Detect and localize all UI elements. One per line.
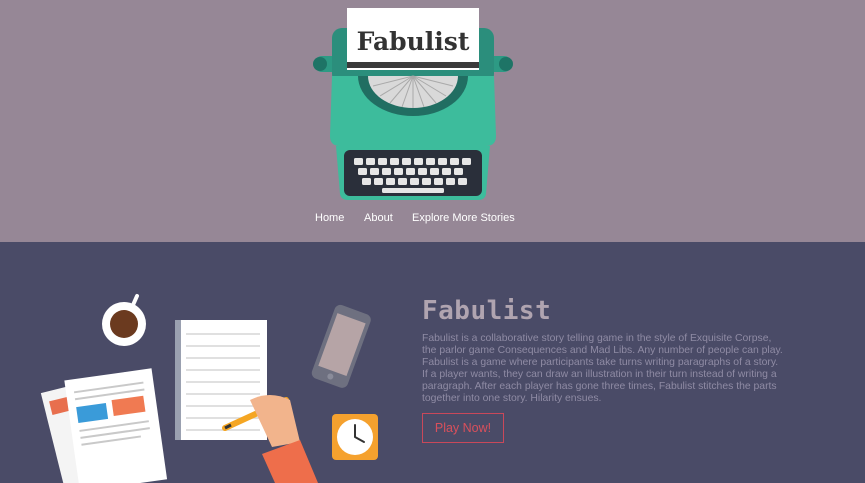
main-nav: Home About Explore More Stories: [0, 212, 865, 228]
play-now-button[interactable]: Play Now!: [422, 413, 504, 443]
nav-explore-stories-link[interactable]: Explore More Stories: [412, 212, 515, 224]
hero-title: Fabulist: [422, 296, 552, 326]
clock-icon: [332, 414, 378, 460]
notepad-icon: [175, 320, 267, 440]
hero-description: Fabulist is a collaborative story tellin…: [422, 333, 783, 404]
logo-text: Fabulist: [357, 27, 470, 56]
nav-home-link[interactable]: Home: [315, 212, 344, 224]
typewriter-logo[interactable]: Fabulist: [310, 6, 516, 206]
hero-section: Fabulist Fabulist is a collaborative sto…: [0, 242, 865, 483]
desk-illustration: [40, 294, 378, 483]
smartphone-icon: [311, 304, 371, 388]
nav-about-link[interactable]: About: [364, 212, 393, 224]
site-header: Fabulist Home About Explore More Stories: [0, 0, 865, 242]
coffee-cup-icon: [102, 294, 146, 346]
documents-icon: [40, 368, 168, 483]
